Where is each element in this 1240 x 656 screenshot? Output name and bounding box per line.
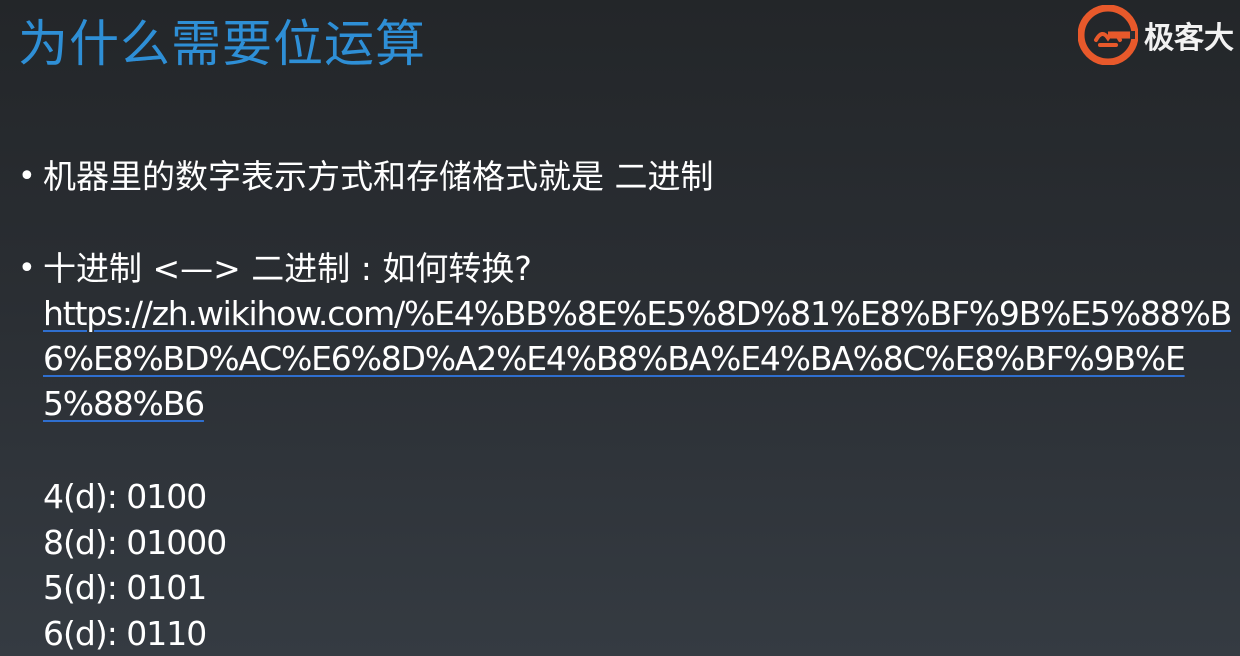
example-line: 8(d): 01000 <box>43 522 227 562</box>
bullet-dot-icon: • <box>18 251 36 286</box>
logo-text: 极客大 <box>1144 21 1234 56</box>
logo-g-icon <box>1078 5 1138 65</box>
bullet-text: 十进制 <—> 二进制 : 如何转换? <box>43 249 532 288</box>
bullet-binary-storage: • 机器里的数字表示方式和存储格式就是 二进制 <box>18 155 714 199</box>
bullet-conversion: • 十进制 <—> 二进制 : 如何转换? <box>18 247 532 291</box>
bullet-text: 机器里的数字表示方式和存储格式就是 二进制 <box>43 157 714 196</box>
example-line: 6(d): 0110 <box>43 613 207 653</box>
example-line: 4(d): 0100 <box>43 477 207 516</box>
geekbang-logo: 极客大 <box>1078 4 1234 66</box>
bullet-dot-icon: • <box>18 159 36 194</box>
slide-title: 为什么需要位运算 <box>18 15 426 73</box>
wikihow-link[interactable]: https://zh.wikihow.com/%E4%BB%8E%E5%8D%8… <box>43 291 1233 426</box>
conversion-examples: 4(d): 0100 8(d): 01000 5(d): 0101 6(d): … <box>43 474 227 656</box>
example-line: 5(d): 0101 <box>43 568 207 607</box>
